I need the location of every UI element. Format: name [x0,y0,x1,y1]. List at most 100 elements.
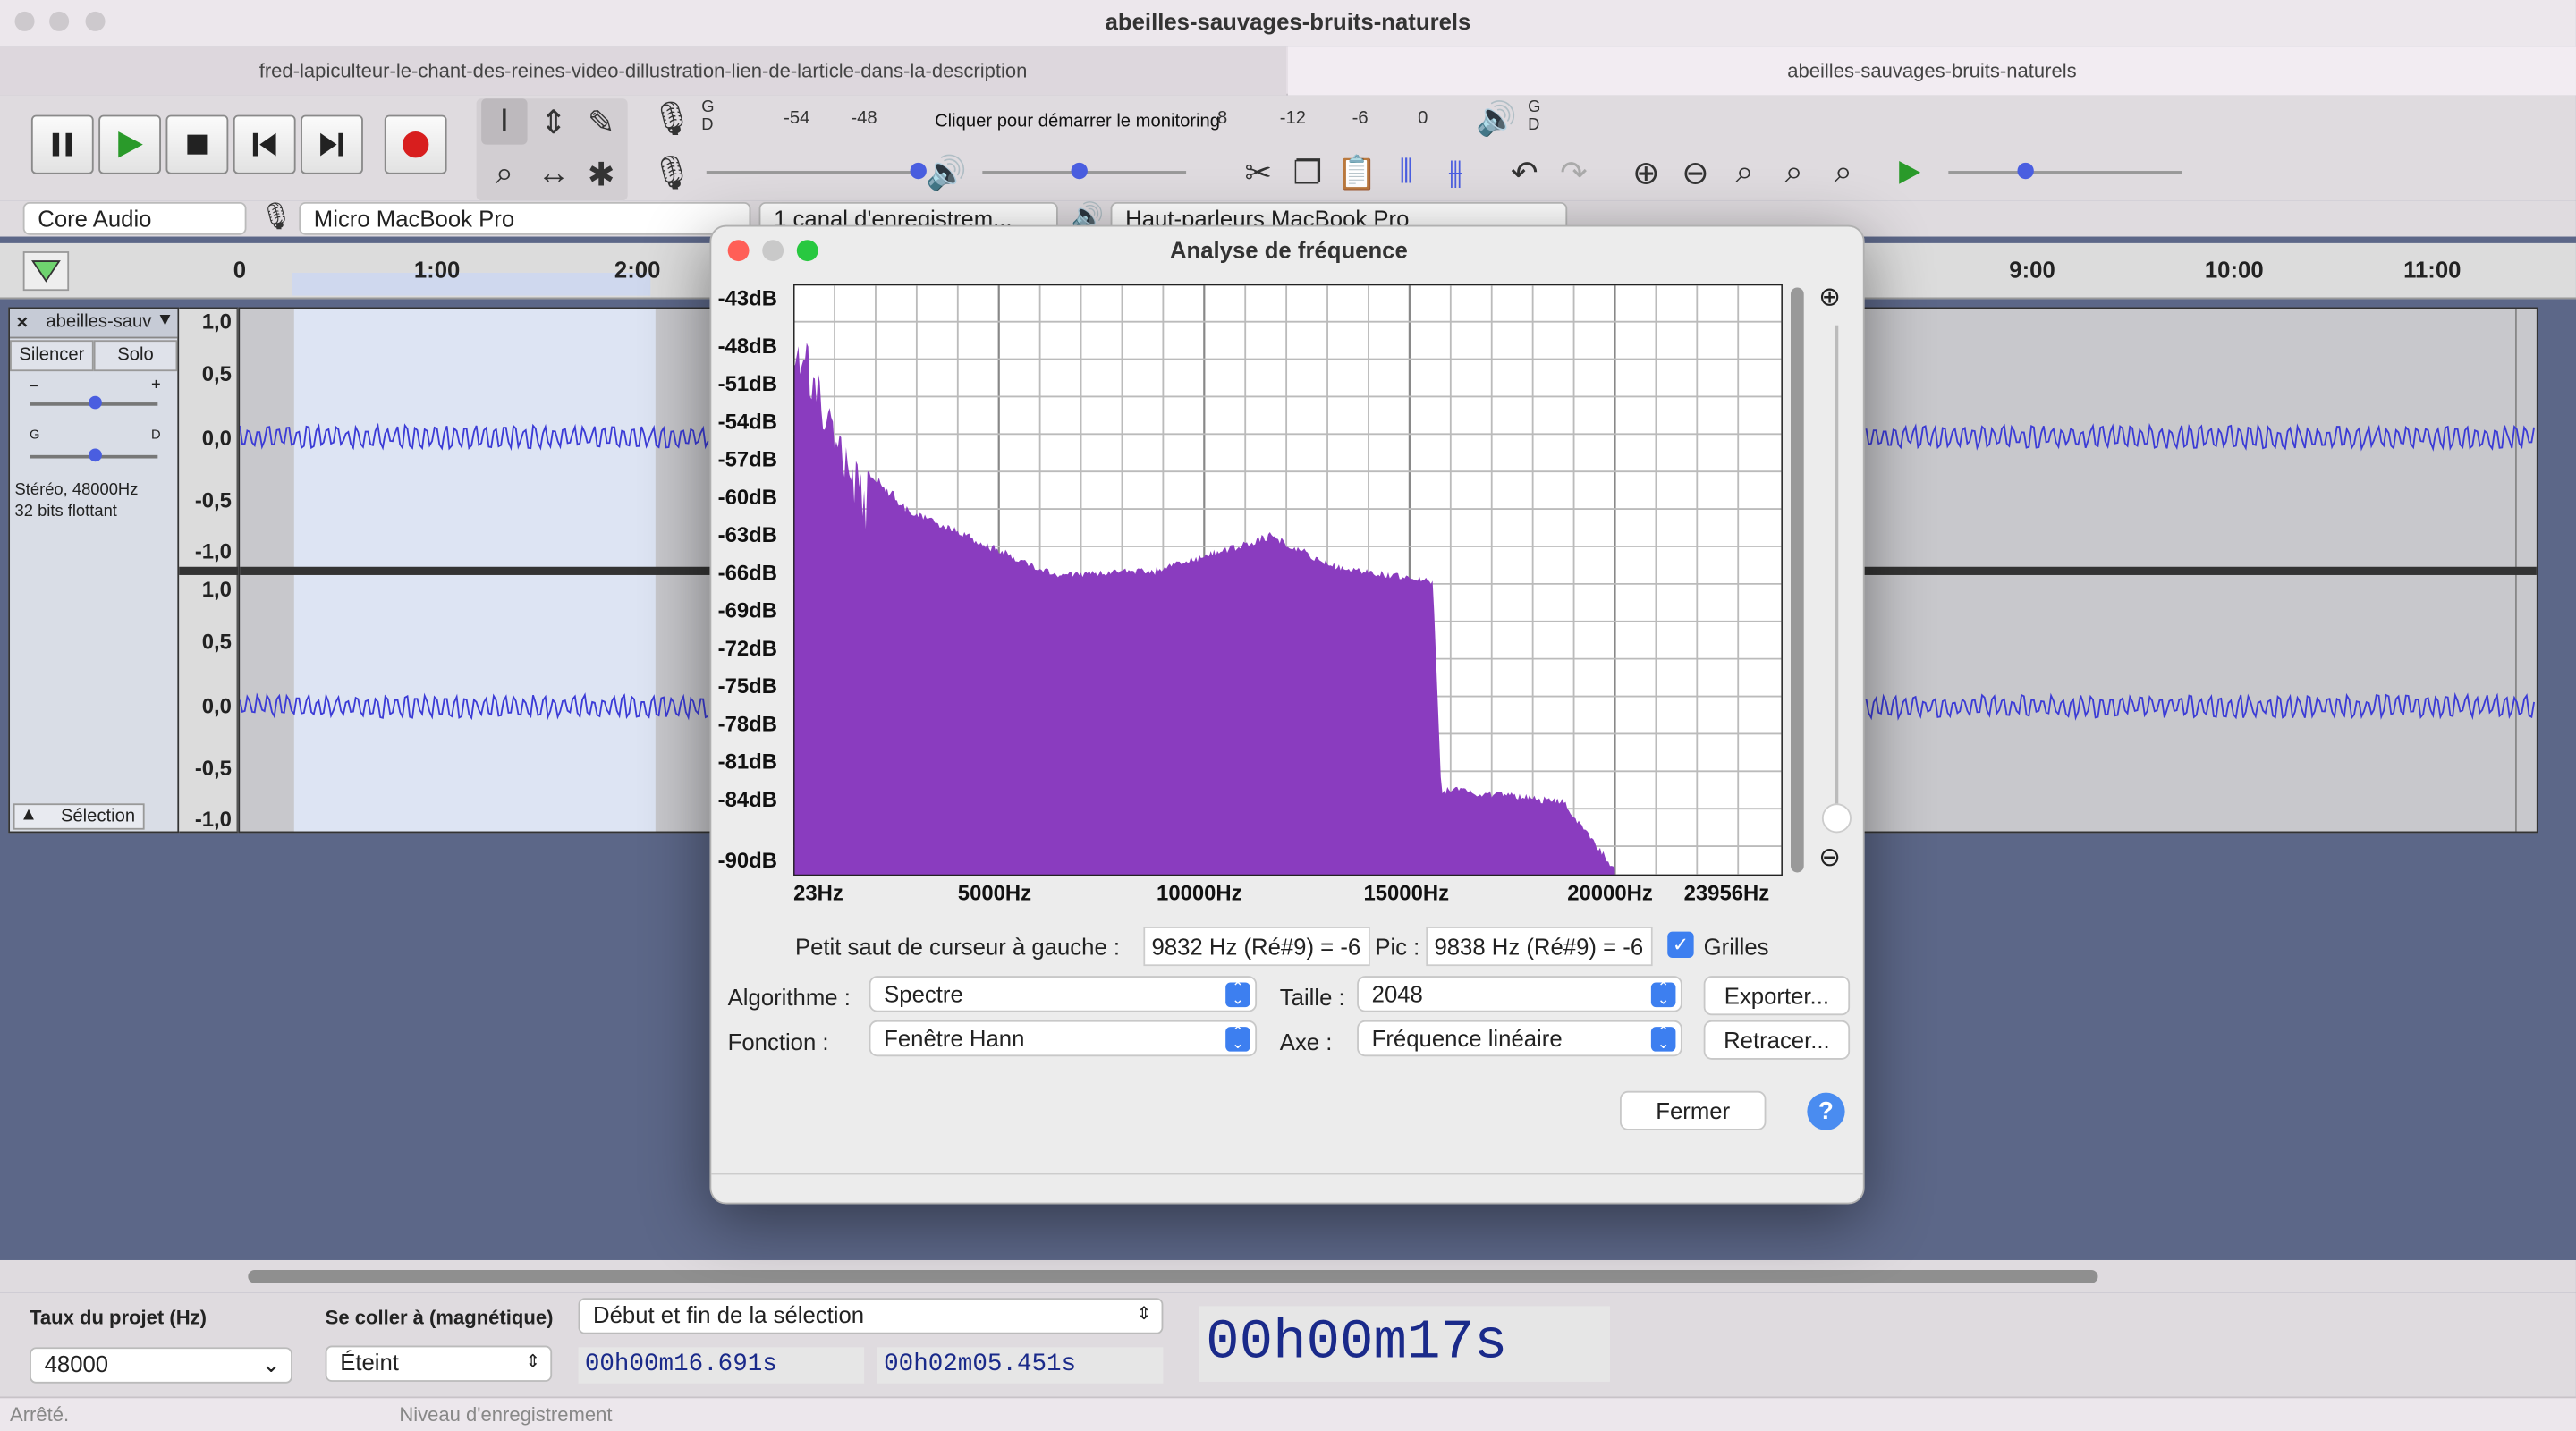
timeline-options-button[interactable] [23,251,69,291]
tab-project-2[interactable]: abeilles-sauvages-bruits-naturels [1288,46,2576,95]
fit-selection-icon: ⌕ [1735,154,1754,191]
draw-tool[interactable]: ✎ [579,98,624,144]
toolbar: I ⇕ ✎ ⌕ ↔ ✱ 🎙 G D -54 -48 Cliquer pour d… [0,96,2576,201]
gain-slider[interactable] [30,402,157,406]
function-select[interactable]: Fenêtre Hann ⌃ ⌄ [869,1020,1257,1056]
vertical-zoom-slider[interactable] [1835,326,1839,818]
record-volume-slider[interactable] [707,171,920,174]
size-select[interactable]: 2048 ⌃ ⌄ [1357,976,1682,1012]
multi-tool[interactable]: ✱ [579,151,624,197]
zoom-toggle-button[interactable]: ⌕ [1820,149,1866,195]
export-button[interactable]: Exporter... [1704,976,1850,1015]
fit-selection-button[interactable]: ⌕ [1722,149,1767,195]
recording-device-select[interactable]: Micro MacBook Pro [299,202,750,235]
x-tick-label: 15000Hz [1363,881,1449,906]
redo-button[interactable]: ↷ [1551,149,1597,195]
magnifier-icon: ⌕ [496,156,514,193]
mute-button[interactable]: Silencer [10,340,94,371]
scale-label: 1,0 [202,309,232,334]
scrollbar-thumb[interactable] [248,1270,2097,1283]
trim-button[interactable]: ⫴ [1384,149,1429,195]
ibeam-icon: I [500,103,509,140]
play-at-speed-button[interactable] [1886,149,1932,195]
vertical-scrollbar[interactable] [1791,287,1804,872]
solo-button[interactable]: Solo [94,340,178,371]
zoom-slider-thumb[interactable] [1822,803,1852,833]
playback-meter-button[interactable]: 🔊 [1474,96,1520,141]
playback-time-display[interactable]: 00h00m17s [1199,1306,1610,1382]
project-rate-select[interactable]: 48000 ⌄ [30,1347,292,1383]
undo-button[interactable]: ↶ [1502,149,1547,195]
skip-start-button[interactable] [233,115,296,174]
replot-button[interactable]: Retracer... [1704,1020,1850,1060]
playback-meter[interactable]: G D [1524,98,2264,138]
title-bar: abeilles-sauvages-bruits-naturels [0,0,2576,46]
y-tick-label: -48dB [718,334,777,359]
play-button[interactable] [98,115,161,174]
fit-project-button[interactable]: ⌕ [1771,149,1817,195]
pan-slider[interactable] [30,455,157,459]
record-meter[interactable]: G D -54 -48 Cliquer pour démarrer le mon… [699,98,1438,138]
vertical-zoom-in-icon[interactable]: ⊕ [1818,281,1854,317]
x-tick-label: 10000Hz [1157,881,1242,906]
copy-button[interactable]: ❐ [1284,149,1330,195]
record-meter-button[interactable]: 🎙 [648,96,694,141]
selection-tool[interactable]: I [481,98,527,144]
x-tick-label: 5000Hz [958,881,1031,906]
meter-tick: 0 [1418,108,1428,128]
timeshift-tool[interactable]: ↔ [530,151,576,197]
playback-volume-slider[interactable] [982,171,1186,174]
cursor-label: Petit saut de curseur à gauche : [795,933,1120,959]
zoom-tool[interactable]: ⌕ [481,151,527,197]
cut-button[interactable]: ✂ [1235,149,1281,195]
algorithm-select[interactable]: Spectre ⌃ ⌄ [869,976,1257,1012]
dialog-title: Analyse de fréquence [711,227,1864,273]
close-track-icon[interactable]: × [16,310,28,334]
zoom-in-button[interactable]: ⊕ [1623,149,1669,195]
audio-host-select[interactable]: Core Audio [23,202,247,235]
selection-start-time[interactable]: 00h00m16.691s [579,1347,865,1383]
zoom-out-button[interactable]: ⊖ [1673,149,1718,195]
play-speed-slider[interactable] [1948,171,2182,174]
pause-icon [49,131,75,157]
silence-button[interactable]: ⫵ [1433,149,1479,195]
selection-end-time[interactable]: 00h02m05.451s [877,1347,1164,1383]
record-button[interactable] [385,115,447,174]
stop-button[interactable] [166,115,229,174]
cursor-value-field[interactable]: 9832 Hz (Ré#9) = -6 [1143,927,1369,966]
axis-select[interactable]: Fréquence linéaire ⌃ ⌄ [1357,1020,1682,1056]
gain-plus-label: + [151,377,161,394]
ruler-tick: 1:00 [414,257,460,283]
track-bitdepth: 32 bits flottant [15,503,117,521]
grids-checkbox[interactable]: ✓ [1667,932,1693,958]
updown-icon: ⌃ ⌄ [1651,983,1676,1008]
x-tick-label: 23956Hz [1684,881,1770,906]
paste-button[interactable]: 📋 [1334,149,1379,195]
close-button[interactable]: Fermer [1620,1091,1766,1130]
vertical-zoom-out-icon[interactable]: ⊖ [1818,842,1854,877]
envelope-tool[interactable]: ⇕ [530,98,576,144]
monitor-label[interactable]: Cliquer pour démarrer le monitoring [935,112,1220,131]
horizontal-scrollbar[interactable] [0,1260,2576,1293]
scale-label: 1,0 [202,577,232,602]
peak-value-field[interactable]: 9838 Hz (Ré#9) = -6 [1426,927,1652,966]
x-tick-label: 20000Hz [1567,881,1653,906]
skip-end-button[interactable] [301,115,363,174]
track-name[interactable]: abeilles-sauv [46,312,151,332]
gain-minus-label: − [30,378,38,394]
scale-label: 0,5 [202,361,232,386]
track-select-button[interactable]: ▲ Sélection [13,803,145,829]
y-tick-label: -63dB [718,522,777,547]
help-button[interactable]: ? [1807,1093,1844,1130]
selection-mode-select[interactable]: Début et fin de la sélection ⇕ [579,1298,1164,1334]
playback-volume-icon: 🔊 [923,149,969,195]
fit-project-icon: ⌕ [1784,154,1803,191]
peak-label: Pic : [1375,933,1419,959]
scale-label: 0,5 [202,630,232,655]
tab-project-1[interactable]: fred-lapiculteur-le-chant-des-reines-vid… [0,46,1286,95]
pause-button[interactable] [31,115,94,174]
snap-select[interactable]: Éteint ⇕ [326,1346,552,1382]
track-menu-icon[interactable]: ▼ [156,310,174,330]
spectrum-plot[interactable] [793,284,1783,876]
stop-icon [184,131,210,157]
